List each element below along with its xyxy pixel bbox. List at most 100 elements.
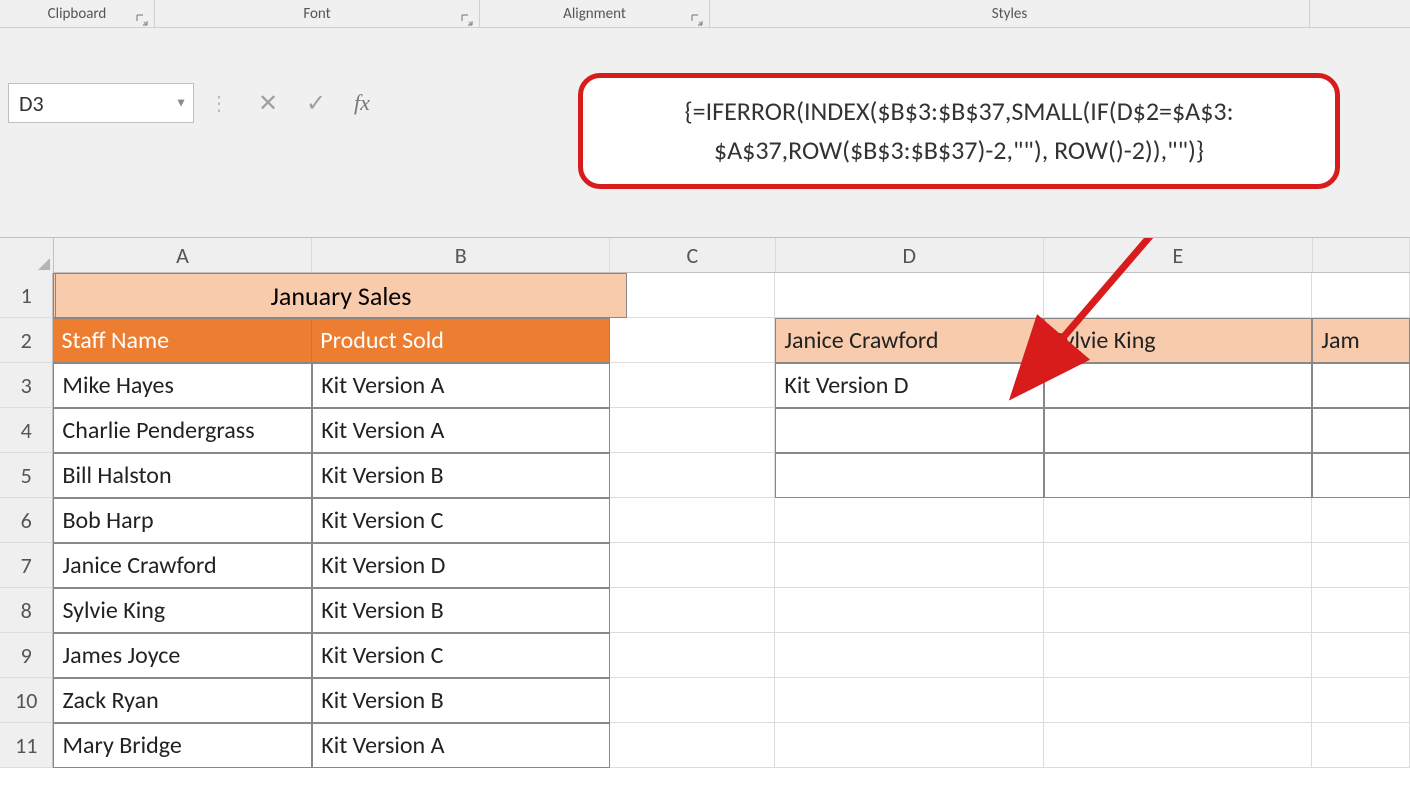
cell[interactable]	[610, 453, 776, 498]
cell[interactable]	[775, 543, 1043, 588]
cancel-formula-button[interactable]: ✕	[244, 83, 292, 123]
row-header[interactable]: 8	[0, 588, 53, 633]
table-row: 4 Charlie Pendergrass Kit Version A	[0, 408, 1410, 453]
column-header[interactable]: D	[776, 238, 1045, 272]
cell[interactable]	[775, 453, 1044, 498]
cell[interactable]	[610, 318, 776, 363]
row-header[interactable]: 5	[0, 453, 53, 498]
column-header[interactable]	[1313, 238, 1410, 272]
cell[interactable]	[1312, 543, 1410, 588]
cell[interactable]	[775, 723, 1043, 768]
cell[interactable]	[1312, 453, 1410, 498]
cell[interactable]	[1044, 408, 1313, 453]
cell[interactable]: Kit Version D	[312, 543, 610, 588]
row-header[interactable]: 2	[0, 318, 53, 363]
cell[interactable]	[775, 678, 1043, 723]
row-header[interactable]: 3	[0, 363, 53, 408]
chevron-down-icon[interactable]: ▼	[175, 96, 187, 111]
cell[interactable]	[775, 588, 1043, 633]
cell[interactable]	[1044, 453, 1313, 498]
cell[interactable]: Bob Harp	[53, 498, 312, 543]
cell[interactable]: Bill Halston	[53, 453, 312, 498]
cell[interactable]: Mike Hayes	[53, 363, 312, 408]
cell[interactable]	[1044, 678, 1312, 723]
cell[interactable]: Sylvie King	[53, 588, 312, 633]
column-header[interactable]: B	[312, 238, 610, 272]
dialog-launcher-icon[interactable]	[461, 13, 473, 25]
cell[interactable]	[1312, 408, 1410, 453]
cell[interactable]: Kit Version B	[312, 453, 610, 498]
cell[interactable]	[775, 273, 1043, 318]
cell[interactable]: Kit Version A	[312, 723, 610, 768]
name-box[interactable]: D3 ▼	[8, 83, 194, 123]
ribbon-group-font[interactable]: Font	[155, 0, 480, 27]
row-header[interactable]: 9	[0, 633, 53, 678]
header-cell[interactable]: Staff Name	[53, 318, 312, 363]
cell[interactable]	[775, 498, 1043, 543]
cell[interactable]: Charlie Pendergrass	[53, 408, 312, 453]
insert-function-button[interactable]: fx	[340, 90, 384, 116]
column-header[interactable]: C	[610, 238, 775, 272]
select-all-corner[interactable]	[0, 238, 54, 273]
fx-label: fx	[354, 90, 370, 115]
dialog-launcher-icon[interactable]	[136, 13, 148, 25]
enter-formula-button[interactable]: ✓	[292, 83, 340, 123]
cell[interactable]	[610, 408, 776, 453]
cell[interactable]: Kit Version C	[312, 633, 610, 678]
cell[interactable]	[610, 498, 776, 543]
cell[interactable]	[1044, 633, 1312, 678]
cell[interactable]	[610, 543, 776, 588]
cell[interactable]: Sylvie King	[1044, 318, 1313, 363]
column-header[interactable]: E	[1044, 238, 1313, 272]
title-merged-cell[interactable]: January Sales	[55, 273, 627, 318]
ribbon-group-alignment[interactable]: Alignment	[480, 0, 710, 27]
cell[interactable]: Jam	[1312, 318, 1410, 363]
cell[interactable]	[1312, 273, 1410, 318]
cell[interactable]	[1044, 273, 1312, 318]
cell[interactable]: James Joyce	[53, 633, 312, 678]
row-header[interactable]: 10	[0, 678, 53, 723]
cell[interactable]	[775, 633, 1043, 678]
ribbon-group-styles[interactable]: Styles	[710, 0, 1310, 27]
table-row: 9 James Joyce Kit Version C	[0, 633, 1410, 678]
cell[interactable]	[610, 273, 776, 318]
cell[interactable]: Kit Version C	[312, 498, 610, 543]
cell[interactable]	[610, 588, 776, 633]
cell[interactable]	[1044, 723, 1312, 768]
row-header[interactable]: 7	[0, 543, 53, 588]
cell[interactable]	[1312, 633, 1410, 678]
cell[interactable]: Kit Version A	[312, 363, 610, 408]
row-header[interactable]: 1	[0, 273, 53, 318]
cell[interactable]	[610, 633, 776, 678]
ribbon-group-clipboard[interactable]: Clipboard	[0, 0, 155, 27]
cell[interactable]	[1312, 678, 1410, 723]
cell[interactable]	[1044, 363, 1313, 408]
cell[interactable]: Kit Version B	[312, 588, 610, 633]
cell[interactable]	[610, 723, 776, 768]
cell[interactable]	[1312, 498, 1410, 543]
cell-selected[interactable]: Kit Version D	[775, 363, 1044, 408]
cell[interactable]	[1044, 588, 1312, 633]
cell[interactable]	[610, 678, 776, 723]
cell[interactable]: Janice Crawford	[53, 543, 312, 588]
cell[interactable]	[1312, 723, 1410, 768]
row-header[interactable]: 4	[0, 408, 53, 453]
dialog-launcher-icon[interactable]	[691, 13, 703, 25]
table-row: 10 Zack Ryan Kit Version B	[0, 678, 1410, 723]
cell[interactable]	[1044, 543, 1312, 588]
spreadsheet-grid[interactable]: A B C D E 1 January Sales 2 Staff Name P…	[0, 238, 1410, 785]
cell[interactable]: Mary Bridge	[53, 723, 312, 768]
cell[interactable]	[775, 408, 1044, 453]
cell[interactable]: Kit Version B	[312, 678, 610, 723]
cell[interactable]: Kit Version A	[312, 408, 610, 453]
cell[interactable]	[1312, 363, 1410, 408]
cell[interactable]: Janice Crawford	[775, 318, 1044, 363]
row-header[interactable]: 11	[0, 723, 53, 768]
cell[interactable]	[610, 363, 776, 408]
row-header[interactable]: 6	[0, 498, 53, 543]
cell[interactable]	[1044, 498, 1312, 543]
cell[interactable]	[1312, 588, 1410, 633]
cell[interactable]: Zack Ryan	[53, 678, 312, 723]
column-header[interactable]: A	[54, 238, 313, 272]
header-cell[interactable]: Product Sold	[312, 318, 610, 363]
